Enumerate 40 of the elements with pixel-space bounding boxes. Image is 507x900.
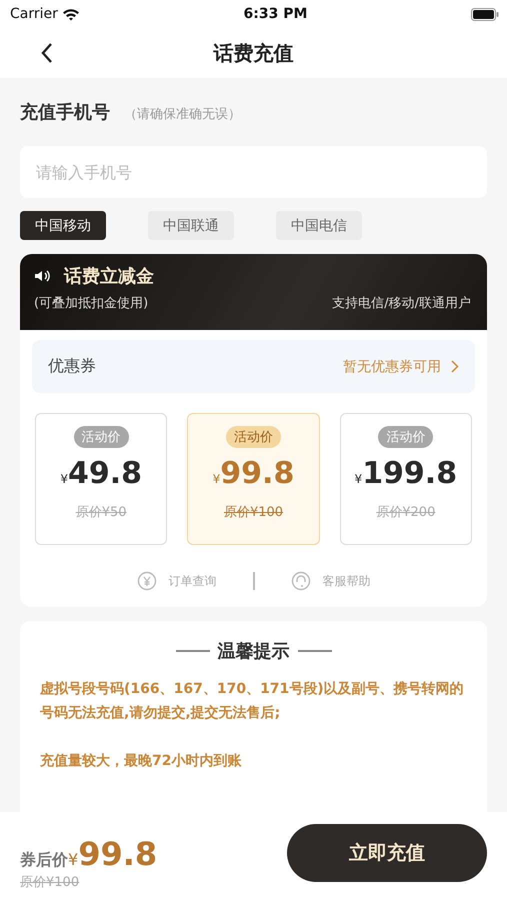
coupon-row[interactable]: 优惠券 暂无优惠券可用 — [32, 340, 475, 393]
headset-icon — [290, 571, 310, 591]
back-icon — [40, 42, 54, 64]
wifi-icon — [62, 8, 80, 20]
carrier-name: Carrier — [10, 6, 58, 22]
price-tag: 活动价 — [74, 426, 129, 448]
battery-icon — [471, 8, 499, 20]
operator-tab[interactable]: 中国移动 — [20, 211, 106, 240]
coupon-link[interactable]: 暂无优惠券可用 — [343, 358, 459, 376]
price-option[interactable]: 活动价 ¥49.8 原价¥50 — [35, 413, 168, 545]
tip-text: 虚拟号段号码(166、167、170、171号段)以及副号、携号转网的号码无法充值,请勿提交,提交无法售后; — [40, 680, 465, 723]
speaker-icon — [34, 269, 50, 283]
chevron-right-icon — [451, 360, 459, 373]
status-time: 6:33 PM — [244, 6, 308, 22]
original-price: 原价¥200 — [376, 504, 436, 521]
original-price: 原价¥100 — [224, 504, 284, 521]
banner-subtitle: (可叠加抵扣金使用) — [34, 295, 148, 312]
price-tag: 活动价 — [378, 426, 434, 448]
phone-input-field[interactable]: 请输入手机号 — [20, 146, 487, 198]
tip-text: 充值量较大，最晚72小时内到账 — [40, 752, 242, 771]
price-option[interactable]: 活动价 ¥199.8 原价¥200 — [340, 413, 472, 545]
tips-title: 温馨提示 — [218, 640, 290, 663]
section-hint: （请确保准确无误） — [124, 106, 241, 123]
price-tag: 活动价 — [226, 426, 281, 448]
price-value: ¥199.8 — [354, 456, 458, 491]
price-option[interactable]: 活动价 ¥99.8 原价¥100 — [187, 413, 320, 545]
yuan-icon — [136, 571, 156, 591]
section-title: 充值手机号 — [20, 101, 110, 124]
price-value: ¥99.8 — [212, 456, 294, 491]
operator-tab[interactable]: 中国联通 — [148, 211, 234, 240]
recharge-button[interactable]: 立即充值 — [287, 824, 487, 882]
original-price: 原价¥50 — [76, 504, 127, 521]
banner-support: 支持电信/移动/联通用户 — [332, 295, 471, 312]
coupon-label: 优惠券 — [48, 356, 96, 377]
page-title: 话费充值 — [214, 40, 294, 66]
banner-title: 话费立减金 — [64, 265, 154, 288]
final-price: 券后价¥99.8 — [20, 835, 158, 873]
footer-original-price: 原价¥100 — [20, 874, 80, 891]
price-value: ¥49.8 — [60, 456, 142, 491]
operator-tab[interactable]: 中国电信 — [276, 211, 362, 240]
